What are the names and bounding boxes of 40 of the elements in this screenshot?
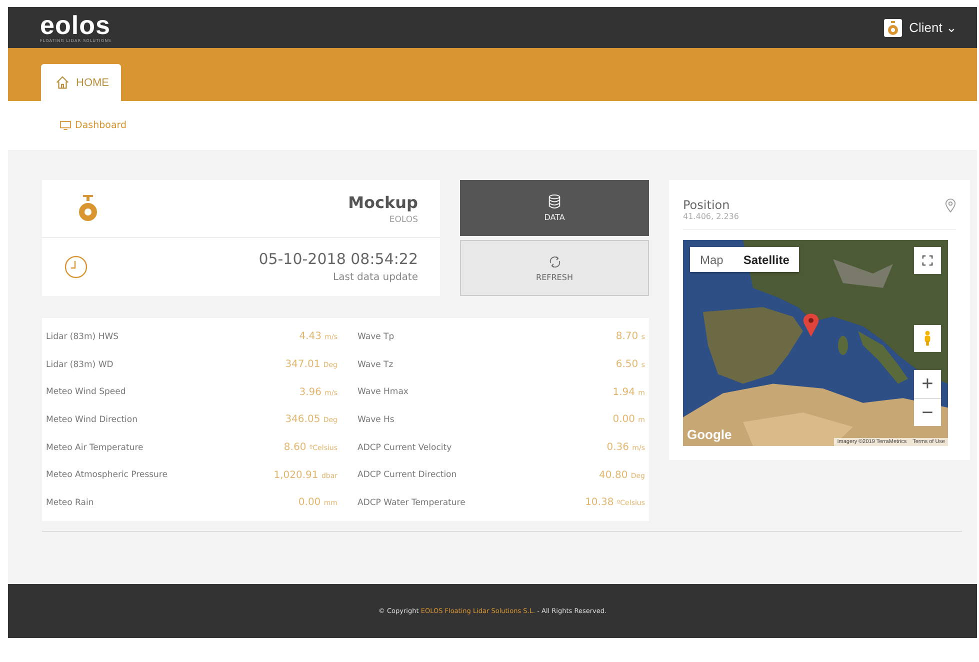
- zoom-in-button[interactable]: +: [914, 370, 941, 398]
- device-owner: EOLOS: [389, 214, 418, 224]
- reading-label: Meteo Wind Direction: [46, 414, 138, 425]
- reading-label: ADCP Current Direction: [358, 470, 457, 480]
- map-type-tab[interactable]: Satellite: [733, 247, 800, 272]
- map-provider-label: Google: [687, 427, 732, 442]
- reading-label: Lidar (83m) WD: [46, 360, 114, 370]
- position-coordinates: 41.406, 2.236: [683, 212, 739, 221]
- reading-label: Meteo Rain: [46, 498, 94, 508]
- figure-icon: [923, 330, 932, 347]
- refresh-button[interactable]: REFRESH: [460, 240, 649, 296]
- user-menu[interactable]: Client ⌄: [909, 20, 957, 35]
- fullscreen-button[interactable]: [914, 247, 941, 274]
- reading-label: ADCP Current Velocity: [358, 442, 452, 453]
- reading-label: Wave Tp: [358, 332, 394, 342]
- map-type-tab[interactable]: Map: [690, 247, 734, 272]
- reading-label: ADCP Water Temperature: [358, 498, 466, 508]
- reading-label: Wave Hs: [358, 414, 394, 425]
- device-name: Mockup: [348, 192, 418, 212]
- logo-text: eolos: [40, 12, 112, 38]
- reading-label: Lidar (83m) HWS: [46, 332, 119, 342]
- fullscreen-icon: [922, 255, 933, 266]
- database-icon: [548, 194, 561, 209]
- house-icon: [55, 75, 70, 90]
- data-button[interactable]: DATA: [460, 180, 649, 236]
- reading-label: Wave Tz: [358, 360, 394, 370]
- position-title: Position: [683, 198, 731, 212]
- device-icon: [884, 18, 902, 36]
- reading-label: Meteo Atmospheric Pressure: [46, 470, 168, 480]
- reading-label: Meteo Air Temperature: [46, 442, 144, 453]
- timestamp-label: Last data update: [333, 272, 418, 283]
- monitor-icon: [60, 121, 71, 130]
- reading-label: Meteo Wind Speed: [46, 387, 126, 398]
- zoom-out-button[interactable]: −: [914, 398, 941, 426]
- refresh-icon: [548, 254, 562, 268]
- timestamp: 05-10-2018 08:54:22: [258, 250, 418, 268]
- reading-label: Wave Hmax: [358, 387, 408, 398]
- location-pin-icon: [945, 198, 956, 213]
- clock-icon: [64, 254, 88, 278]
- device-icon: [78, 194, 98, 222]
